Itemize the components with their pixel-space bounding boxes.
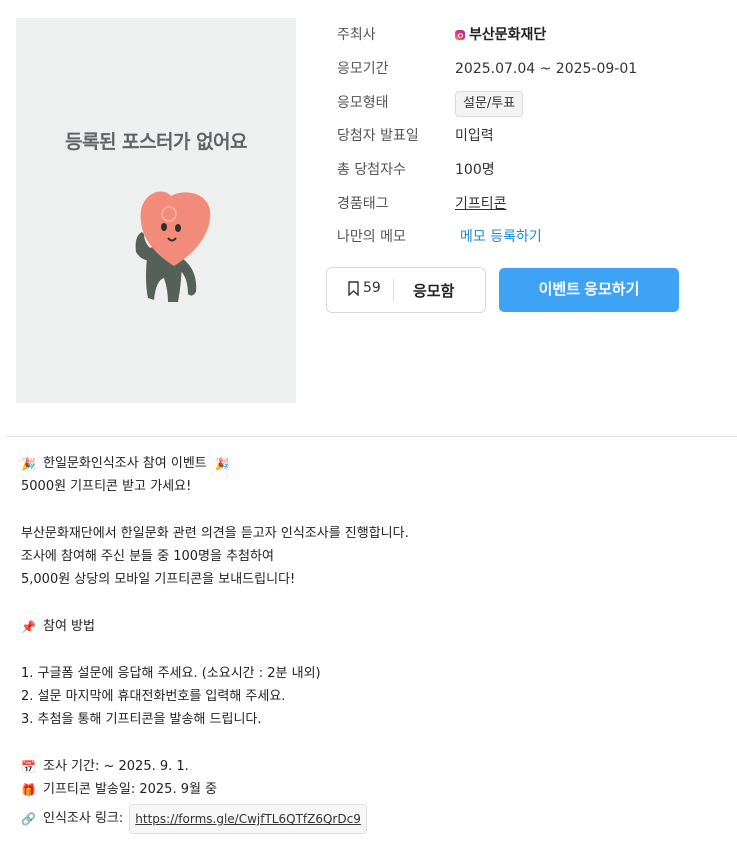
calendar-icon: 📅 [21,759,36,774]
host-name[interactable]: 부산문화재단 [469,24,546,46]
announce-value: 미입력 [455,128,494,144]
section-divider [5,436,737,437]
bookmark-icon [348,280,359,296]
apply-event-button[interactable]: 이벤트 응모하기 [499,268,679,312]
winners-value: 100명 [455,162,495,178]
desc-line: 5,000원 상당의 모바일 기프티콘을 보내드립니다! [21,572,296,588]
instagram-icon [455,30,465,40]
desc-line: 2. 설문 마지막에 휴대전화번호를 입력해 주세요. [21,688,286,704]
desc-line: 한일문화인식조사 참여 이벤트 [43,456,207,471]
announce-label: 당첨자 발표일 [337,128,419,144]
desc-line: 부산문화재단에서 한일문화 관련 의견을 듣고자 인식조사를 진행합니다. [21,525,409,541]
desc-line: 참여 방법 [43,619,95,635]
bookmark-button[interactable]: 59 [347,280,381,296]
applied-button[interactable]: 응모함 [413,280,454,301]
event-poster: 등록된 포스터가 없어요 [16,18,296,403]
desc-line: 조사에 참여해 주신 분들 중 100명을 추첨하여 [21,549,274,565]
party-popper-icon: 🎉 [21,456,36,471]
prize-label: 경품태그 [337,196,389,212]
host-value[interactable]: 부산문화재단 [455,24,546,46]
event-description: 🎉 한일문화인식조사 참여 이벤트 🎉 5000원 기프티콘 받고 가세요! 부산문… [21,452,409,835]
memo-register-link[interactable]: 메모 등록하기 [460,226,542,248]
desc-line: 기프티콘 발송일: 2025. 9월 중 [43,782,218,798]
poster-empty-text: 등록된 포스터가 없어요 [64,131,248,153]
desc-line: 1. 구글폼 설문에 응답해 주세요. (소요시간 : 2분 내외) [21,665,321,681]
bookmark-count: 59 [363,280,381,296]
type-label: 응모형태 [337,95,389,111]
desc-line: 3. 추첨을 통해 기프티콘을 발송해 드립니다. [21,712,262,728]
link-icon: 🔗 [21,812,36,827]
survey-link[interactable]: https://forms.gle/CwjfTL6QTfZ6QrDc9 [129,804,367,835]
winners-label: 총 당첨자수 [337,162,406,178]
period-value: 2025.07.04 ~ 2025-09-01 [455,61,638,77]
prize-tag-link[interactable]: 기프티콘 [455,193,507,215]
memo-label: 나만의 메모 [337,229,406,245]
desc-line: 인식조사 링크: [43,811,124,827]
bookmark-applied-box: 59 응모함 [326,267,486,313]
pushpin-icon: 📌 [21,619,36,634]
party-popper-icon: 🎉 [214,456,230,471]
desc-line: 조사 기간: ~ 2025. 9. 1. [43,758,189,774]
divider [393,279,394,301]
type-badge: 설문/투표 [455,91,524,117]
gift-icon: 🎁 [21,782,36,797]
mascot-illustration [135,191,211,302]
period-label: 응모기간 [337,61,389,77]
desc-line: 5000원 기프티콘 받고 가세요! [21,479,192,495]
host-label: 주최사 [337,27,376,43]
